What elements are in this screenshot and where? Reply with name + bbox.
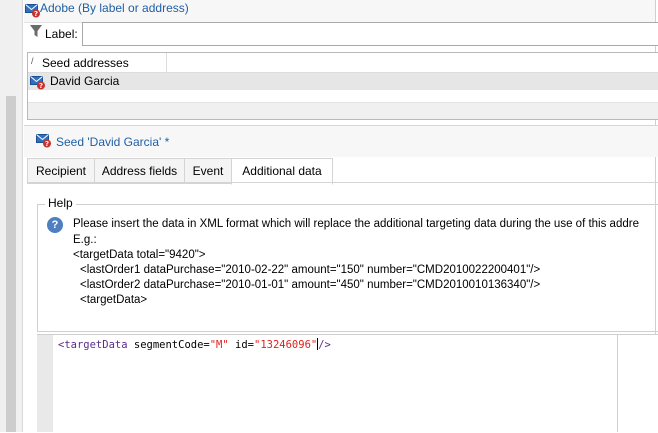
svg-text:?: ?: [45, 140, 49, 148]
folder-title[interactable]: Adobe (By label or address): [40, 1, 189, 15]
editor-gutter: [37, 335, 53, 432]
xml-value: "13246096": [254, 339, 318, 351]
xml-tag-open: <targetData: [58, 339, 128, 351]
svg-text:?: ?: [34, 10, 38, 18]
xml-tag-close: />: [318, 339, 331, 351]
seed-list: / Seed addresses ? David Garcia: [27, 52, 658, 120]
tab-divider: [27, 182, 658, 183]
help-example-line: <targetData>: [80, 294, 148, 306]
filter-icon[interactable]: [30, 25, 42, 38]
folder-header: ? Adobe (By label or address): [24, 0, 655, 23]
column-divider[interactable]: [166, 53, 167, 72]
xml-value: "M": [209, 339, 229, 351]
help-example-line: <lastOrder1 dataPurchase="2010-02-22" am…: [80, 264, 541, 276]
tab-recipient[interactable]: Recipient: [27, 158, 95, 184]
tab-address-fields[interactable]: Address fields: [94, 158, 185, 184]
editor-title: Seed 'David Garcia' *: [56, 135, 170, 149]
help-text: Please insert the data in XML format whi…: [73, 218, 639, 230]
help-example-label: E.g.:: [73, 234, 97, 246]
scrollbar-thumb[interactable]: [6, 96, 16, 432]
svg-text:?: ?: [39, 82, 43, 90]
help-example-line: <lastOrder2 dataPurchase="2010-01-01" am…: [80, 279, 541, 291]
sort-indicator-icon: /: [31, 56, 34, 66]
seed-list-header[interactable]: / Seed addresses: [28, 53, 658, 73]
question-icon: ?: [47, 217, 63, 233]
xml-attribute: segmentCode=: [127, 339, 210, 351]
help-legend: Help: [45, 196, 76, 210]
help-example-line: <targetData total="9420">: [73, 249, 206, 261]
envelope-error-icon: ?: [25, 4, 40, 18]
tab-additional-data[interactable]: Additional data: [231, 158, 333, 185]
tab-event[interactable]: Event: [184, 158, 232, 184]
xml-attribute: id=: [228, 339, 254, 351]
editor-margin-line: [617, 335, 618, 432]
horizontal-scrollbar[interactable]: [28, 102, 658, 119]
editor-header: ? Seed 'David Garcia' *: [24, 125, 658, 157]
seed-name: David Garcia: [50, 74, 120, 88]
xml-code-line[interactable]: <targetData segmentCode="M" id="13246096…: [58, 338, 331, 351]
envelope-error-icon: ?: [36, 134, 51, 148]
label-field-label: Label:: [45, 27, 78, 41]
label-input[interactable]: [82, 22, 658, 46]
envelope-error-icon: ?: [30, 76, 45, 90]
column-header-seed-addresses[interactable]: Seed addresses: [42, 56, 129, 70]
list-item[interactable]: ? David Garcia: [28, 73, 658, 90]
